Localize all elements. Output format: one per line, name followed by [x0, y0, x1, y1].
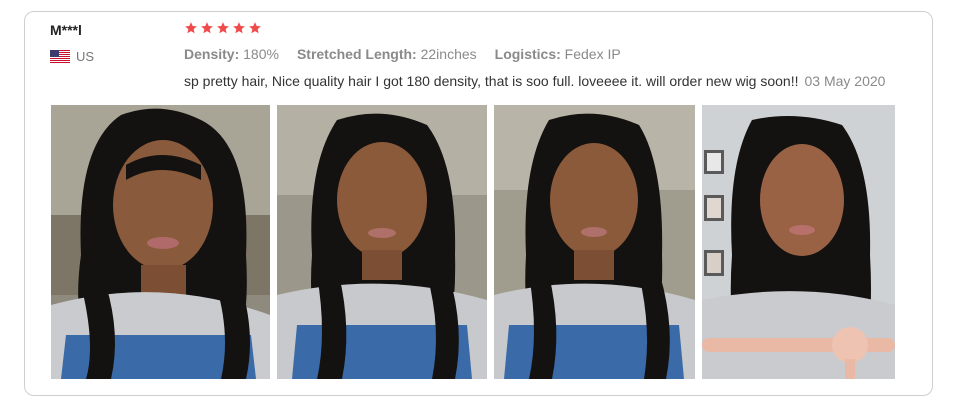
photo-image	[277, 105, 487, 379]
star-icon	[201, 22, 213, 34]
star-icon	[233, 22, 245, 34]
review-photo-2[interactable]	[277, 105, 487, 379]
spec-logistics: Logistics: Fedex IP	[494, 46, 621, 62]
review-photo-3[interactable]	[494, 105, 695, 379]
reviewer-name: M***l	[50, 22, 82, 38]
star-icon	[249, 22, 261, 34]
review-card: M***l US Density: 180% Stretched Length:	[24, 11, 933, 396]
product-specs: Density: 180% Stretched Length: 22inches…	[184, 46, 621, 62]
photo-image	[494, 105, 695, 379]
review-text: sp pretty hair, Nice quality hair I got …	[184, 73, 799, 89]
spec-stretched-length: Stretched Length: 22inches	[296, 46, 477, 62]
us-flag-icon	[50, 50, 70, 63]
photo-image	[702, 105, 895, 379]
review-photo-1[interactable]	[51, 105, 270, 379]
reviewer-country: US	[50, 49, 94, 64]
spec-density: Density: 180%	[184, 46, 279, 62]
country-label: US	[76, 49, 95, 64]
review-photos	[51, 105, 895, 379]
review-date: 03 May 2020	[804, 73, 886, 89]
review-comment: sp pretty hair, Nice quality hair I got …	[184, 73, 885, 89]
star-icon	[217, 22, 229, 34]
review-photo-4[interactable]	[702, 105, 895, 379]
rating-stars	[184, 21, 262, 35]
star-icon	[185, 22, 197, 34]
photo-image	[51, 105, 270, 379]
